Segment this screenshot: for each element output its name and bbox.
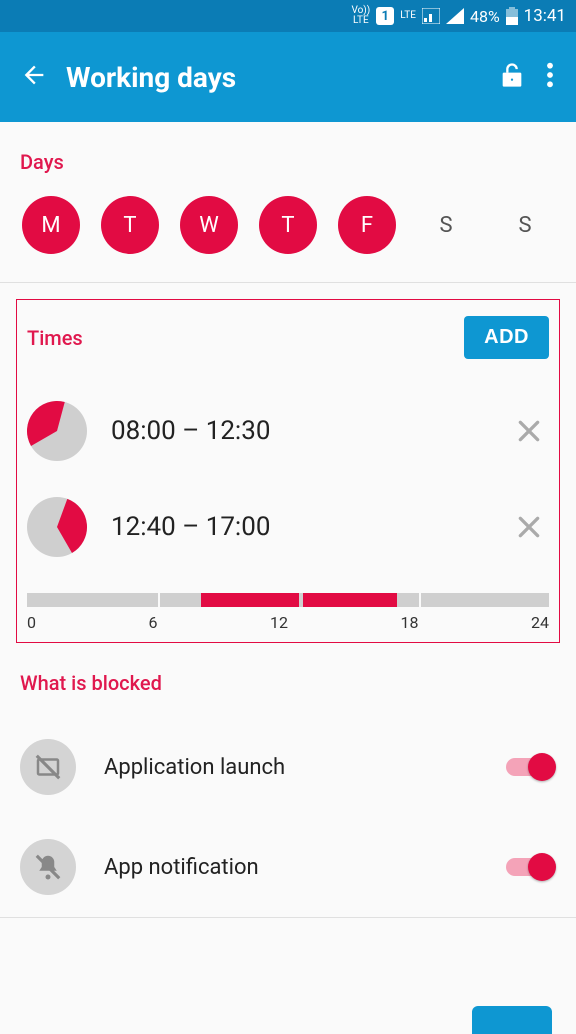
close-icon (516, 514, 542, 540)
lock-button[interactable] (488, 51, 536, 103)
day-toggle[interactable]: F (338, 196, 396, 254)
time-pie (27, 497, 87, 557)
battery-icon (506, 7, 518, 25)
time-row[interactable]: 12:40 – 17:00 (27, 479, 549, 575)
day-toggle[interactable]: S (417, 196, 475, 254)
days-row: MTWTFSS (20, 196, 556, 254)
back-button[interactable] (12, 53, 56, 101)
day-toggle[interactable]: W (180, 196, 238, 254)
times-section: Times ADD 08:00 – 12:30 12:40 – 17:00 (16, 299, 560, 643)
blocked-icon-wrap (20, 839, 76, 895)
page-title: Working days (66, 61, 488, 94)
clock: 13:41 (524, 6, 566, 26)
times-header: Times (27, 326, 83, 350)
timeline-tick-label: 18 (400, 613, 418, 632)
remove-button[interactable] (509, 507, 549, 547)
divider (0, 282, 576, 283)
more-vert-icon (546, 61, 554, 89)
days-header: Days (20, 150, 556, 174)
blocked-label: App notification (104, 855, 478, 880)
day-toggle[interactable]: S (496, 196, 554, 254)
lte-indicator: LTE (400, 11, 416, 21)
time-range-label: 08:00 – 12:30 (111, 416, 485, 446)
blocked-row: App notification (20, 817, 556, 917)
bottom-button[interactable] (472, 1006, 552, 1034)
timeline-tick-label: 24 (531, 613, 549, 632)
time-range-label: 12:40 – 17:00 (111, 512, 485, 542)
clock-pie-icon (27, 497, 87, 557)
day-toggle[interactable]: T (101, 196, 159, 254)
volte-indicator: Vo))LTE (351, 6, 370, 26)
day-toggle[interactable]: M (22, 196, 80, 254)
clock-pie-icon (27, 401, 87, 461)
app-bar: Working days (0, 32, 576, 122)
lock-open-icon (498, 61, 526, 89)
blocked-header: What is blocked (20, 671, 556, 695)
notification-off-icon (33, 852, 63, 882)
more-button[interactable] (536, 51, 564, 103)
timeline-segment (303, 593, 397, 607)
blocked-icon-wrap (20, 739, 76, 795)
battery-percent: 48% (470, 7, 500, 26)
remove-button[interactable] (509, 411, 549, 451)
divider (0, 917, 576, 918)
close-icon (516, 418, 542, 444)
time-pie (27, 401, 87, 461)
status-bar: Vo))LTE 1 LTE 48% 13:41 (0, 0, 576, 32)
toggle-switch[interactable] (506, 753, 556, 781)
blocked-row: Application launch (20, 717, 556, 817)
timeline-tick-label: 0 (27, 613, 36, 632)
app-launch-off-icon (33, 752, 63, 782)
timeline-tick-label: 6 (149, 613, 158, 632)
timeline-tick-label: 12 (270, 613, 288, 632)
signal-icon (422, 8, 440, 24)
timeline: 0 6 12 18 24 (27, 593, 549, 632)
arrow-back-icon (20, 61, 48, 89)
add-button[interactable]: ADD (464, 316, 549, 359)
signal-icon-2 (446, 8, 464, 24)
sim-badge: 1 (376, 7, 394, 25)
day-toggle[interactable]: T (259, 196, 317, 254)
time-row[interactable]: 08:00 – 12:30 (27, 383, 549, 479)
timeline-segment (201, 593, 299, 607)
toggle-switch[interactable] (506, 853, 556, 881)
blocked-label: Application launch (104, 755, 478, 780)
